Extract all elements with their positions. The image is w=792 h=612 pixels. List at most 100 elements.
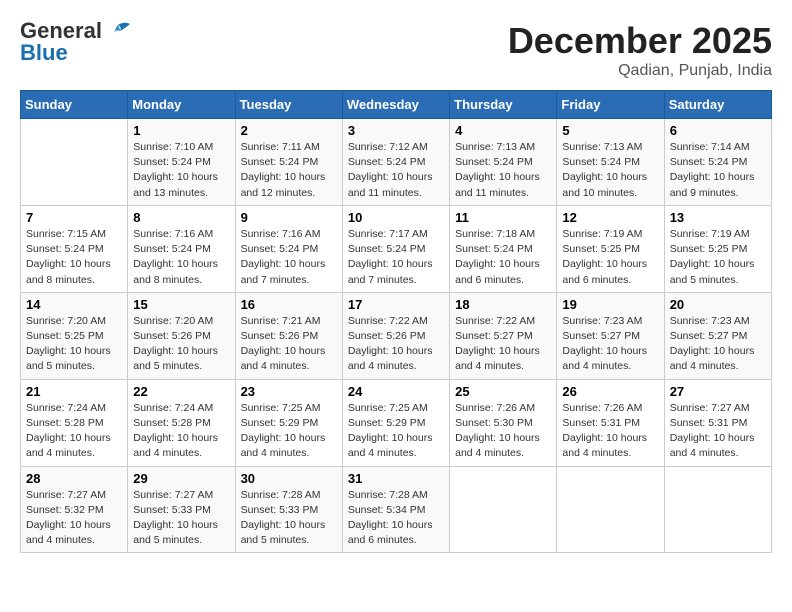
- day-cell: 16 Sunrise: 7:21 AM Sunset: 5:26 PM Dayli…: [235, 292, 342, 379]
- week-row-2: 7 Sunrise: 7:15 AM Sunset: 5:24 PM Daylig…: [21, 205, 772, 292]
- day-number: 27: [670, 384, 766, 399]
- day-info: Sunrise: 7:13 AM Sunset: 5:24 PM Dayligh…: [562, 140, 658, 201]
- day-number: 12: [562, 210, 658, 225]
- col-header-tuesday: Tuesday: [235, 91, 342, 119]
- logo: General Blue: [20, 20, 132, 66]
- week-row-3: 14Sunrise: 7:20 AM Sunset: 5:25 PM Dayli…: [21, 292, 772, 379]
- day-number: 21: [26, 384, 122, 399]
- day-info: Sunrise: 7:16 AM Sunset: 5:24 PM Dayligh…: [241, 227, 337, 288]
- day-cell: 5 Sunrise: 7:13 AM Sunset: 5:24 PM Daylig…: [557, 119, 664, 206]
- calendar-table: SundayMondayTuesdayWednesdayThursdayFrid…: [20, 90, 772, 553]
- week-row-4: 21 Sunrise: 7:24 AM Sunset: 5:28 PM Dayli…: [21, 379, 772, 466]
- title-section: December 2025 Qadian, Punjab, India: [508, 20, 772, 80]
- day-info: Sunrise: 7:23 AM Sunset: 5:27 PM Dayligh…: [670, 314, 766, 375]
- day-info: Sunrise: 7:16 AM Sunset: 5:24 PM Dayligh…: [133, 227, 229, 288]
- week-row-1: 1Sunrise: 7:10 AM Sunset: 5:24 PM Daylig…: [21, 119, 772, 206]
- day-cell: 7 Sunrise: 7:15 AM Sunset: 5:24 PM Daylig…: [21, 205, 128, 292]
- day-info: Sunrise: 7:21 AM Sunset: 5:26 PM Dayligh…: [241, 314, 337, 375]
- day-number: 10: [348, 210, 444, 225]
- day-number: 22: [133, 384, 229, 399]
- day-info: Sunrise: 7:22 AM Sunset: 5:27 PM Dayligh…: [455, 314, 551, 375]
- day-info: Sunrise: 7:15 AM Sunset: 5:24 PM Dayligh…: [26, 227, 122, 288]
- day-cell: 2 Sunrise: 7:11 AM Sunset: 5:24 PM Daylig…: [235, 119, 342, 206]
- day-cell: [557, 466, 664, 553]
- logo-blue: Blue: [20, 40, 68, 66]
- day-cell: 12 Sunrise: 7:19 AM Sunset: 5:25 PM Dayli…: [557, 205, 664, 292]
- week-row-5: 28Sunrise: 7:27 AM Sunset: 5:32 PM Dayli…: [21, 466, 772, 553]
- month-title: December 2025: [508, 20, 772, 62]
- day-cell: 4 Sunrise: 7:13 AM Sunset: 5:24 PM Daylig…: [450, 119, 557, 206]
- day-number: 6: [670, 123, 766, 138]
- day-cell: 18 Sunrise: 7:22 AM Sunset: 5:27 PM Dayli…: [450, 292, 557, 379]
- day-cell: 8 Sunrise: 7:16 AM Sunset: 5:24 PM Daylig…: [128, 205, 235, 292]
- day-number: 17: [348, 297, 444, 312]
- day-info: Sunrise: 7:19 AM Sunset: 5:25 PM Dayligh…: [670, 227, 766, 288]
- day-info: Sunrise: 7:24 AM Sunset: 5:28 PM Dayligh…: [26, 401, 122, 462]
- day-cell: 9 Sunrise: 7:16 AM Sunset: 5:24 PM Daylig…: [235, 205, 342, 292]
- day-cell: [664, 466, 771, 553]
- day-cell: 25 Sunrise: 7:26 AM Sunset: 5:30 PM Dayli…: [450, 379, 557, 466]
- day-info: Sunrise: 7:11 AM Sunset: 5:24 PM Dayligh…: [241, 140, 337, 201]
- day-cell: 31Sunrise: 7:28 AM Sunset: 5:34 PM Dayli…: [342, 466, 449, 553]
- day-number: 24: [348, 384, 444, 399]
- day-info: Sunrise: 7:13 AM Sunset: 5:24 PM Dayligh…: [455, 140, 551, 201]
- day-cell: 10 Sunrise: 7:17 AM Sunset: 5:24 PM Dayli…: [342, 205, 449, 292]
- day-info: Sunrise: 7:23 AM Sunset: 5:27 PM Dayligh…: [562, 314, 658, 375]
- day-info: Sunrise: 7:20 AM Sunset: 5:26 PM Dayligh…: [133, 314, 229, 375]
- day-number: 15: [133, 297, 229, 312]
- day-number: 5: [562, 123, 658, 138]
- day-cell: 17 Sunrise: 7:22 AM Sunset: 5:26 PM Dayli…: [342, 292, 449, 379]
- day-info: Sunrise: 7:17 AM Sunset: 5:24 PM Dayligh…: [348, 227, 444, 288]
- day-info: Sunrise: 7:22 AM Sunset: 5:26 PM Dayligh…: [348, 314, 444, 375]
- day-cell: 28Sunrise: 7:27 AM Sunset: 5:32 PM Dayli…: [21, 466, 128, 553]
- day-cell: [450, 466, 557, 553]
- day-number: 2: [241, 123, 337, 138]
- day-cell: 21 Sunrise: 7:24 AM Sunset: 5:28 PM Dayli…: [21, 379, 128, 466]
- day-info: Sunrise: 7:26 AM Sunset: 5:30 PM Dayligh…: [455, 401, 551, 462]
- day-cell: 23Sunrise: 7:25 AM Sunset: 5:29 PM Dayli…: [235, 379, 342, 466]
- day-number: 30: [241, 471, 337, 486]
- day-number: 11: [455, 210, 551, 225]
- day-cell: 3 Sunrise: 7:12 AM Sunset: 5:24 PM Daylig…: [342, 119, 449, 206]
- calendar-body: 1Sunrise: 7:10 AM Sunset: 5:24 PM Daylig…: [21, 119, 772, 553]
- day-cell: 29Sunrise: 7:27 AM Sunset: 5:33 PM Dayli…: [128, 466, 235, 553]
- col-header-wednesday: Wednesday: [342, 91, 449, 119]
- day-number: 8: [133, 210, 229, 225]
- col-header-saturday: Saturday: [664, 91, 771, 119]
- col-header-thursday: Thursday: [450, 91, 557, 119]
- day-info: Sunrise: 7:25 AM Sunset: 5:29 PM Dayligh…: [241, 401, 337, 462]
- day-number: 25: [455, 384, 551, 399]
- day-cell: 26 Sunrise: 7:26 AM Sunset: 5:31 PM Dayli…: [557, 379, 664, 466]
- day-info: Sunrise: 7:10 AM Sunset: 5:24 PM Dayligh…: [133, 140, 229, 201]
- day-cell: 30Sunrise: 7:28 AM Sunset: 5:33 PM Dayli…: [235, 466, 342, 553]
- day-info: Sunrise: 7:12 AM Sunset: 5:24 PM Dayligh…: [348, 140, 444, 201]
- day-number: 20: [670, 297, 766, 312]
- day-number: 7: [26, 210, 122, 225]
- day-cell: 1Sunrise: 7:10 AM Sunset: 5:24 PM Daylig…: [128, 119, 235, 206]
- day-info: Sunrise: 7:26 AM Sunset: 5:31 PM Dayligh…: [562, 401, 658, 462]
- day-number: 26: [562, 384, 658, 399]
- col-header-friday: Friday: [557, 91, 664, 119]
- day-cell: 27 Sunrise: 7:27 AM Sunset: 5:31 PM Dayli…: [664, 379, 771, 466]
- day-cell: 22 Sunrise: 7:24 AM Sunset: 5:28 PM Dayli…: [128, 379, 235, 466]
- day-number: 3: [348, 123, 444, 138]
- day-info: Sunrise: 7:24 AM Sunset: 5:28 PM Dayligh…: [133, 401, 229, 462]
- day-number: 4: [455, 123, 551, 138]
- day-number: 18: [455, 297, 551, 312]
- day-cell: 19Sunrise: 7:23 AM Sunset: 5:27 PM Dayli…: [557, 292, 664, 379]
- day-info: Sunrise: 7:20 AM Sunset: 5:25 PM Dayligh…: [26, 314, 122, 375]
- day-number: 9: [241, 210, 337, 225]
- day-cell: 6Sunrise: 7:14 AM Sunset: 5:24 PM Daylig…: [664, 119, 771, 206]
- day-info: Sunrise: 7:19 AM Sunset: 5:25 PM Dayligh…: [562, 227, 658, 288]
- day-info: Sunrise: 7:27 AM Sunset: 5:32 PM Dayligh…: [26, 488, 122, 549]
- day-number: 16: [241, 297, 337, 312]
- day-cell: 13Sunrise: 7:19 AM Sunset: 5:25 PM Dayli…: [664, 205, 771, 292]
- col-header-sunday: Sunday: [21, 91, 128, 119]
- day-cell: 20 Sunrise: 7:23 AM Sunset: 5:27 PM Dayli…: [664, 292, 771, 379]
- day-cell: 24Sunrise: 7:25 AM Sunset: 5:29 PM Dayli…: [342, 379, 449, 466]
- logo-bird-icon: [104, 21, 132, 41]
- day-number: 31: [348, 471, 444, 486]
- location: Qadian, Punjab, India: [508, 62, 772, 80]
- day-info: Sunrise: 7:27 AM Sunset: 5:33 PM Dayligh…: [133, 488, 229, 549]
- day-info: Sunrise: 7:27 AM Sunset: 5:31 PM Dayligh…: [670, 401, 766, 462]
